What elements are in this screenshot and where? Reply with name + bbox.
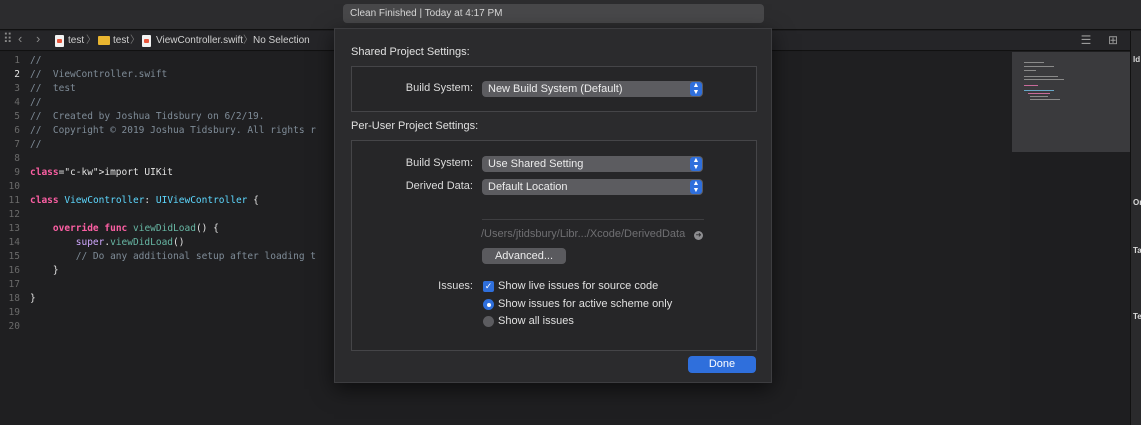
line-number: 3 xyxy=(14,83,20,94)
code-line[interactable]: class="c-kw">import UIKit xyxy=(30,166,173,180)
line-number: 11 xyxy=(8,195,20,206)
folder-icon xyxy=(98,36,110,45)
line-number: 17 xyxy=(8,279,20,290)
line-number: 8 xyxy=(14,153,20,164)
breadcrumb-separator: 〉 xyxy=(130,35,140,46)
activity-status-bar: Clean Finished | Today at 4:17 PM xyxy=(343,4,764,23)
shared-settings-title: Shared Project Settings: xyxy=(351,46,470,58)
popup-value: Use Shared Setting xyxy=(488,158,584,170)
active-scheme-option[interactable]: Show issues for active scheme only xyxy=(498,298,672,310)
inspector-label: Id xyxy=(1133,55,1141,64)
derived-data-popup[interactable]: Default Location ▲ ▼ xyxy=(482,179,703,195)
chevron-right-icon[interactable]: › xyxy=(36,32,40,46)
code-line[interactable]: // xyxy=(30,138,41,152)
grid-icon[interactable]: ⠿ xyxy=(3,32,13,46)
code-line[interactable]: class ViewController: UIViewController { xyxy=(30,194,259,208)
popup-arrows-icon: ▲ ▼ xyxy=(690,180,702,194)
popup-arrows-icon: ▲ ▼ xyxy=(690,157,702,171)
toolbar: Clean Finished | Today at 4:17 PM xyxy=(0,0,1141,30)
code-line[interactable]: // ViewController.swift xyxy=(30,68,167,82)
advanced-button[interactable]: Advanced... xyxy=(482,248,566,264)
related-items-icon[interactable]: ☰ xyxy=(1078,33,1094,47)
per-user-settings-group: Build System: Use Shared Setting ▲ ▼ Deri… xyxy=(351,140,757,351)
code-line[interactable]: } xyxy=(30,292,36,306)
all-issues-option[interactable]: Show all issues xyxy=(498,315,574,327)
done-button[interactable]: Done xyxy=(688,356,756,373)
shared-build-system-popup[interactable]: New Build System (Default) ▲ ▼ xyxy=(482,81,703,97)
line-number: 1 xyxy=(14,55,20,66)
inspector-label: Te xyxy=(1133,312,1141,321)
breadcrumb-separator: 〉 xyxy=(243,35,253,46)
live-issues-option[interactable]: Show live issues for source code xyxy=(498,280,658,292)
swift-file-icon xyxy=(55,35,64,47)
derived-data-label: Derived Data: xyxy=(405,180,473,192)
line-number: 15 xyxy=(8,251,20,262)
code-line[interactable]: override func viewDidLoad() { xyxy=(30,222,219,236)
line-number: 5 xyxy=(14,111,20,122)
line-number: 14 xyxy=(8,237,20,248)
line-number: 16 xyxy=(8,265,20,276)
all-issues-radio[interactable] xyxy=(483,316,494,327)
line-number: 7 xyxy=(14,139,20,150)
breadcrumb-file[interactable]: ViewController.swift xyxy=(156,34,243,48)
swift-file-icon xyxy=(142,35,151,47)
popup-value: Default Location xyxy=(488,181,568,193)
inspector-label: Ta xyxy=(1133,246,1141,255)
shared-build-system-label: Build System: xyxy=(405,82,473,94)
code-line[interactable]: // xyxy=(30,96,41,110)
live-issues-checkbox[interactable]: ✓ xyxy=(483,281,494,292)
line-number: 12 xyxy=(8,209,20,220)
code-line[interactable]: // Created by Joshua Tidsbury on 6/2/19. xyxy=(30,110,265,124)
line-number: 9 xyxy=(14,167,20,178)
code-line[interactable]: super.viewDidLoad() xyxy=(30,236,185,250)
line-number: 10 xyxy=(8,181,20,192)
chevron-left-icon[interactable]: ‹ xyxy=(18,32,22,46)
code-line[interactable]: } xyxy=(30,264,59,278)
code-line[interactable]: // Do any additional setup after loading… xyxy=(30,250,316,264)
line-number: 2 xyxy=(14,69,20,80)
project-settings-sheet: Shared Project Settings: Build System: N… xyxy=(334,28,772,383)
breadcrumb-project[interactable]: test xyxy=(68,34,84,48)
line-number: 4 xyxy=(14,97,20,108)
code-line[interactable]: // Copyright © 2019 Joshua Tidsbury. All… xyxy=(30,124,316,138)
line-number-gutter: 1 2 3 4 5 6 7 8 9 10 11 12 13 14 15 16 17 18 19 20 xyxy=(0,52,24,425)
line-number: 6 xyxy=(14,125,20,136)
line-number: 19 xyxy=(8,307,20,318)
minimap[interactable] xyxy=(1012,52,1130,152)
popup-value: New Build System (Default) xyxy=(488,83,623,95)
breadcrumb-selection[interactable]: No Selection xyxy=(253,34,310,48)
reveal-in-finder-icon[interactable]: ➜ xyxy=(694,231,703,240)
per-user-settings-title: Per-User Project Settings: xyxy=(351,120,479,132)
user-build-system-popup[interactable]: Use Shared Setting ▲ ▼ xyxy=(482,156,703,172)
popup-arrows-icon: ▲ ▼ xyxy=(690,82,702,96)
inspector-panel: Id Or Ta Te xyxy=(1130,31,1141,425)
line-number: 13 xyxy=(8,223,20,234)
line-number: 20 xyxy=(8,321,20,332)
add-editor-icon[interactable]: ⊞ xyxy=(1105,33,1121,47)
code-line[interactable]: // test xyxy=(30,82,76,96)
active-scheme-radio[interactable] xyxy=(483,299,494,310)
user-build-system-label: Build System: xyxy=(405,157,473,169)
line-number: 18 xyxy=(8,293,20,304)
inspector-label: Or xyxy=(1133,198,1141,207)
shared-settings-group: Build System: New Build System (Default)… xyxy=(351,66,757,112)
breadcrumb-group[interactable]: test xyxy=(113,34,129,48)
breadcrumb-separator: 〉 xyxy=(86,35,96,46)
derived-data-path: /Users/jtidsbury/Libr.../Xcode/DerivedDa… xyxy=(481,228,686,240)
issues-label: Issues: xyxy=(438,280,473,292)
code-line[interactable]: // xyxy=(30,54,41,68)
